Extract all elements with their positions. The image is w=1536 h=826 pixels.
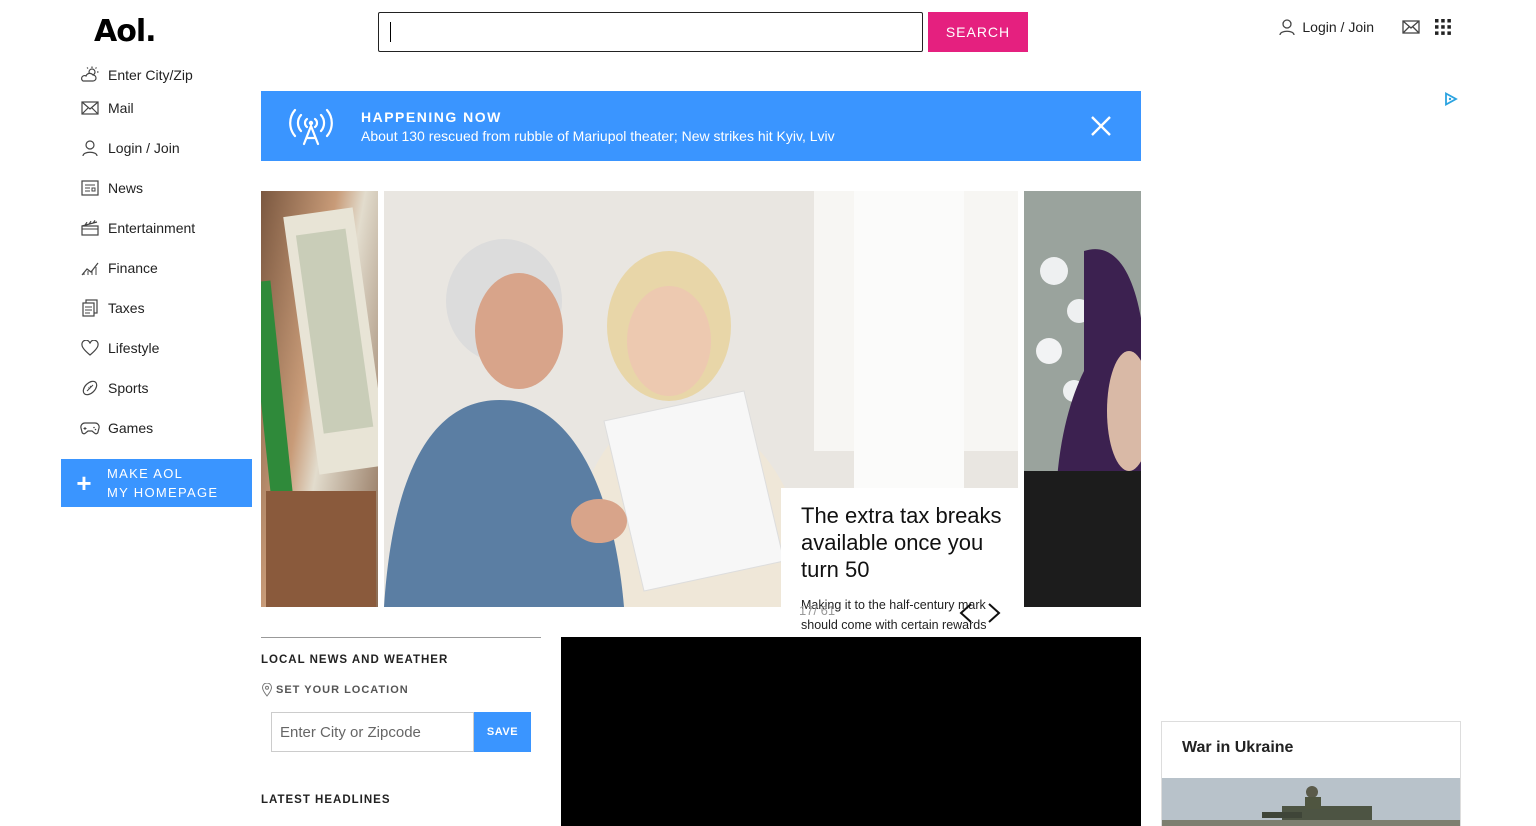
sidebar-item-mail[interactable]: Mail bbox=[80, 88, 260, 128]
war-card-title[interactable]: War in Ukraine bbox=[1162, 722, 1460, 767]
close-icon bbox=[1091, 116, 1111, 136]
zip-form: SAVE bbox=[271, 712, 541, 752]
sidebar-item-label: Finance bbox=[108, 260, 158, 276]
header-login-link[interactable]: Login / Join bbox=[1278, 18, 1374, 36]
sidebar-item-weather[interactable]: Enter City/Zip bbox=[80, 62, 260, 88]
sidebar-item-label: Login / Join bbox=[108, 140, 180, 156]
war-in-ukraine-card[interactable]: War in Ukraine bbox=[1161, 721, 1461, 826]
latest-headlines-heading: LATEST HEADLINES bbox=[261, 794, 391, 806]
sidebar-item-news[interactable]: News bbox=[80, 168, 260, 208]
carousel-title[interactable]: The extra tax breaks available once you … bbox=[801, 502, 1005, 583]
gamepad-icon bbox=[80, 422, 100, 435]
sidebar-item-label: Taxes bbox=[108, 300, 145, 316]
video-player[interactable] bbox=[561, 637, 1141, 826]
sidebar-item-login[interactable]: Login / Join bbox=[80, 128, 260, 168]
zipcode-input[interactable] bbox=[271, 712, 474, 752]
user-icon bbox=[1279, 19, 1296, 36]
sidebar-item-sports[interactable]: Sports bbox=[80, 368, 260, 408]
clapper-icon bbox=[81, 220, 99, 236]
carousel-arrows bbox=[958, 602, 1002, 624]
sidebar-item-label: News bbox=[108, 180, 144, 196]
aol-logo[interactable]: Aol. bbox=[94, 14, 157, 49]
sidebar-item-label: Enter City/Zip bbox=[108, 67, 193, 83]
mail-icon[interactable] bbox=[1402, 20, 1420, 34]
location-pin-icon bbox=[261, 683, 273, 697]
adchoices-icon[interactable] bbox=[1444, 92, 1458, 106]
top-right-nav: Login / Join bbox=[1278, 18, 1452, 36]
homepage-line2: MY HOMEPAGE bbox=[107, 485, 219, 500]
happening-now-banner[interactable]: HAPPENING NOW About 130 rescued from rub… bbox=[261, 91, 1141, 161]
finance-icon bbox=[81, 262, 99, 276]
sidebar-item-label: Entertainment bbox=[108, 220, 196, 236]
broadcast-icon bbox=[289, 108, 333, 146]
sidebar-item-label: Sports bbox=[108, 380, 149, 396]
sidebar-item-label: Lifestyle bbox=[108, 340, 160, 356]
carousel-counter: 17/ 61 bbox=[799, 603, 836, 618]
war-card-image[interactable] bbox=[1162, 778, 1460, 826]
carousel-prev-slide-image[interactable] bbox=[261, 191, 378, 607]
carousel-next-slide-image[interactable] bbox=[1024, 191, 1141, 607]
chevron-right-icon[interactable] bbox=[986, 602, 1002, 624]
sidebar-item-label: Games bbox=[108, 420, 154, 436]
banner-headline[interactable]: About 130 rescued from rubble of Mariupo… bbox=[361, 128, 1061, 144]
search-bar: SEARCH bbox=[378, 12, 1028, 52]
sidebar-item-taxes[interactable]: Taxes bbox=[80, 288, 260, 328]
header-login-label: Login / Join bbox=[1302, 19, 1374, 35]
taxes-icon bbox=[82, 299, 98, 317]
chevron-left-icon[interactable] bbox=[958, 602, 974, 624]
sidebar-nav: Enter City/Zip Mail Login / Join News En… bbox=[80, 62, 260, 448]
sidebar-item-entertainment[interactable]: Entertainment bbox=[80, 208, 260, 248]
heart-icon bbox=[81, 340, 99, 356]
user-icon bbox=[82, 140, 98, 157]
sidebar-item-finance[interactable]: Finance bbox=[80, 248, 260, 288]
news-icon bbox=[81, 180, 99, 196]
plus-icon: + bbox=[76, 467, 92, 498]
search-input[interactable] bbox=[378, 12, 923, 52]
person-flowers-illustration bbox=[1024, 191, 1141, 607]
football-icon bbox=[82, 380, 98, 396]
apps-grid-icon[interactable] bbox=[1434, 18, 1452, 36]
mail-icon bbox=[81, 101, 99, 115]
weather-icon bbox=[81, 66, 99, 82]
local-news-section: LOCAL NEWS AND WEATHER SET YOUR LOCATION… bbox=[261, 637, 541, 806]
sidebar-item-lifestyle[interactable]: Lifestyle bbox=[80, 328, 260, 368]
search-button[interactable]: SEARCH bbox=[928, 12, 1028, 52]
banner-title: HAPPENING NOW bbox=[361, 108, 502, 125]
homepage-line1: MAKE AOL bbox=[107, 466, 184, 481]
set-location-label: SET YOUR LOCATION bbox=[276, 684, 409, 696]
make-homepage-button[interactable]: + MAKE AOL MY HOMEPAGE bbox=[61, 459, 252, 507]
tank-illustration bbox=[1162, 778, 1460, 826]
sidebar-item-label: Mail bbox=[108, 100, 134, 116]
set-location-link[interactable]: SET YOUR LOCATION bbox=[261, 683, 541, 697]
local-news-heading: LOCAL NEWS AND WEATHER bbox=[261, 654, 449, 666]
text-caret bbox=[390, 22, 391, 42]
save-location-button[interactable]: SAVE bbox=[474, 712, 531, 752]
banner-close-button[interactable] bbox=[1061, 115, 1141, 137]
sidebar-item-games[interactable]: Games bbox=[80, 408, 260, 448]
money-wallet-illustration bbox=[261, 207, 378, 607]
